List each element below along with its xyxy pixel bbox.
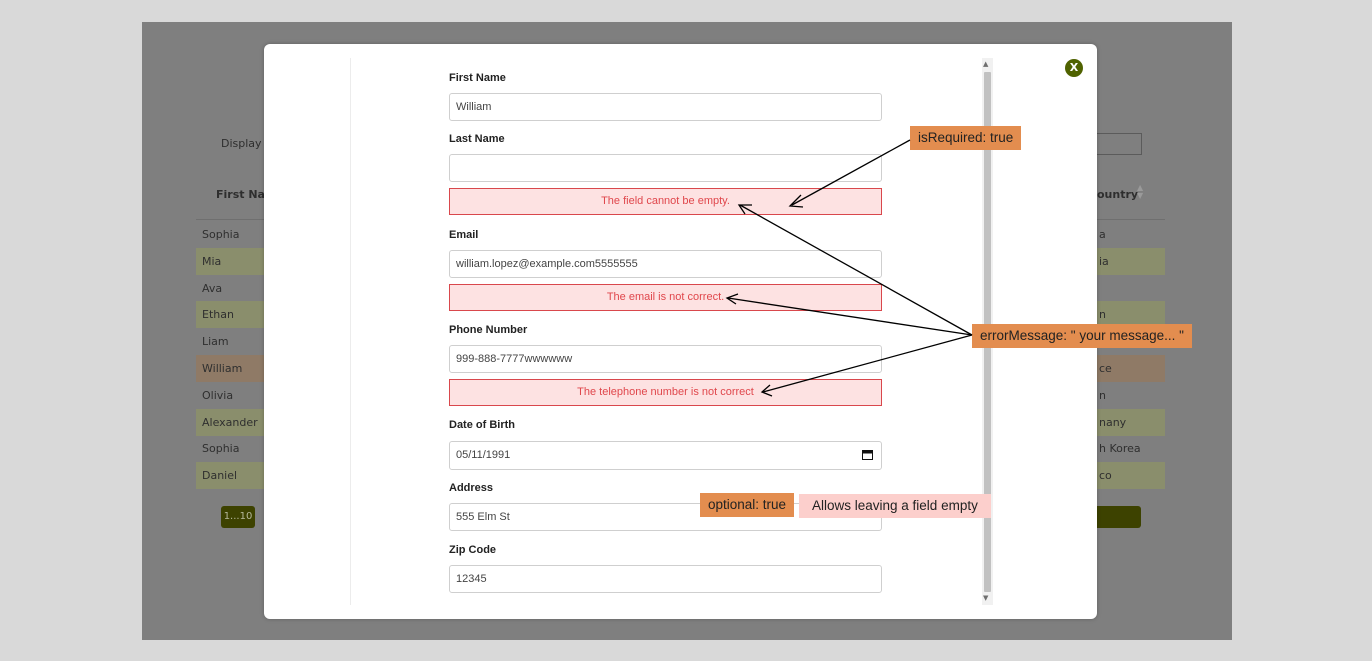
- arrow-message-to-lastname-error: [739, 204, 973, 336]
- arrowhead-lastname-icon: [737, 204, 752, 215]
- arrow-message-to-phone-error: [762, 334, 973, 393]
- arrow-required-to-error: [791, 139, 911, 206]
- arrow-message-to-email-error: [727, 297, 973, 336]
- annotation-arrows: [725, 139, 973, 397]
- arrowhead-required-icon: [788, 194, 804, 208]
